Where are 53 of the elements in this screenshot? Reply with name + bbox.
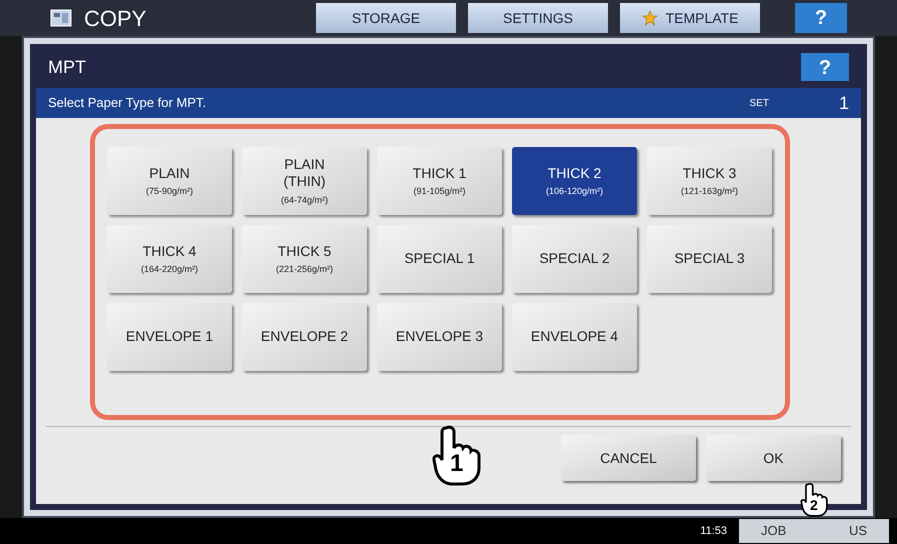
cancel-button[interactable]: CANCEL <box>561 435 696 481</box>
prompt-text: Select Paper Type for MPT. <box>48 94 206 112</box>
paper-type-name: THICK 5 <box>278 242 332 260</box>
help-button[interactable]: ? <box>795 3 847 33</box>
paper-type-name: SPECIAL 2 <box>539 250 610 268</box>
paper-type-button[interactable]: THICK 2 (106-120g/m²) <box>512 147 637 215</box>
paper-weight: (91-105g/m²) <box>413 186 466 198</box>
paper-type-button[interactable]: SPECIAL 2 <box>512 225 637 293</box>
paper-type-name: SPECIAL 1 <box>404 250 475 268</box>
paper-type-name: ENVELOPE 4 <box>530 328 618 346</box>
paper-weight: (64-74g/m²) <box>280 194 328 206</box>
paper-type-button[interactable]: PLAIN (75-90g/m²) <box>107 147 232 215</box>
paper-type-button[interactable]: ENVELOPE 4 <box>512 303 637 371</box>
paper-type-button[interactable]: ENVELOPE 1 <box>107 303 232 371</box>
paper-weight: (164-220g/m²) <box>140 264 198 276</box>
paper-type-name: ENVELOPE 2 <box>260 328 348 346</box>
paper-type-button[interactable]: THICK 5 (221-256g/m²) <box>242 225 367 293</box>
paper-type-button[interactable]: THICK 3 (121-163g/m²) <box>647 147 772 215</box>
star-icon <box>642 10 658 26</box>
set-value: 1 <box>838 92 849 114</box>
screen-title: COPY <box>84 4 148 32</box>
paper-type-name: ENVELOPE 1 <box>126 328 214 346</box>
paper-type-name: THICK 3 <box>682 164 736 182</box>
copier-icon <box>50 8 72 28</box>
paper-weight: (106-120g/m²) <box>546 186 604 198</box>
paper-weight: (121-163g/m²) <box>680 186 738 198</box>
paper-type-button[interactable]: THICK 1 (91-105g/m²) <box>377 147 502 215</box>
clock-time: 11:53 <box>700 524 727 539</box>
callout-number: 2 <box>810 498 818 512</box>
paper-type-name: SPECIAL 3 <box>674 250 745 268</box>
paper-type-name: PLAIN (THIN) <box>284 156 326 191</box>
paper-type-name: PLAIN <box>149 164 190 182</box>
paper-type-button[interactable]: ENVELOPE 3 <box>377 303 502 371</box>
paper-weight: (75-90g/m²) <box>146 186 193 198</box>
top-tab[interactable]: STORAGE <box>316 3 456 33</box>
paper-type-button[interactable]: PLAIN (THIN) (64-74g/m²) <box>242 147 367 215</box>
top-tab[interactable]: SETTINGS <box>468 3 608 33</box>
paper-type-button[interactable]: SPECIAL 1 <box>377 225 502 293</box>
callout-number: 1 <box>450 452 464 476</box>
dialog-title: MPT <box>48 56 86 78</box>
ok-button[interactable]: OK <box>706 435 841 481</box>
paper-weight: (221-256g/m²) <box>276 264 334 276</box>
paper-type-name: THICK 1 <box>412 164 466 182</box>
paper-type-button[interactable]: THICK 4 (164-220g/m²) <box>107 225 232 293</box>
paper-type-name: ENVELOPE 3 <box>396 328 484 346</box>
help-button[interactable]: ? <box>801 53 849 81</box>
top-tab[interactable]: TEMPLATE <box>620 3 760 33</box>
paper-type-name: THICK 2 <box>548 164 602 182</box>
paper-type-button[interactable]: ENVELOPE 2 <box>242 303 367 371</box>
paper-type-name: THICK 4 <box>142 242 196 260</box>
job-status-button[interactable]: JOB US <box>739 519 889 543</box>
set-label: SET <box>750 96 769 110</box>
paper-type-button[interactable]: SPECIAL 3 <box>647 225 772 293</box>
